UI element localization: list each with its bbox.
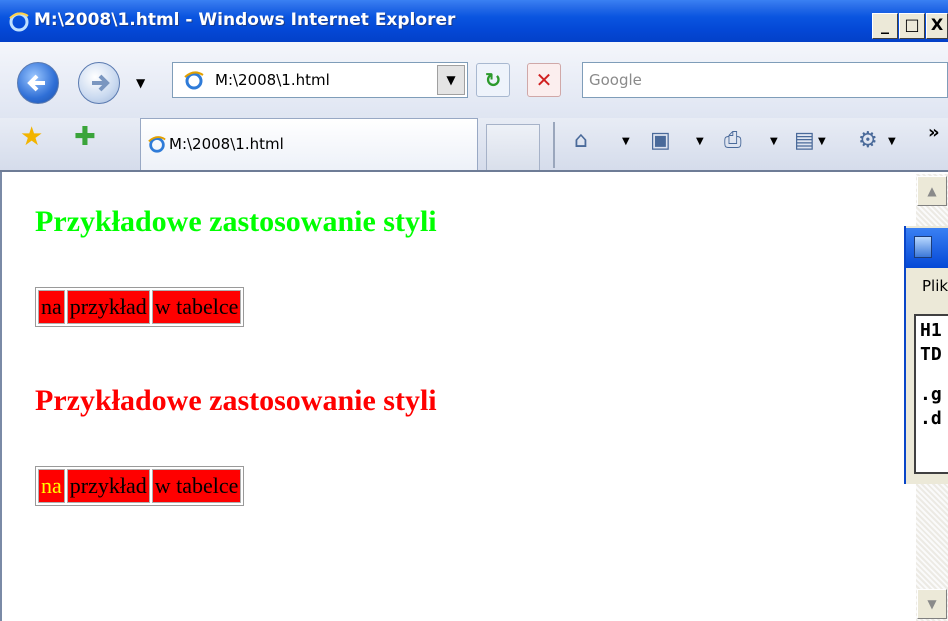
add-favorite-icon[interactable]: ✚ xyxy=(74,122,96,152)
feeds-dropdown-icon[interactable]: ▼ xyxy=(696,136,704,147)
tools-icon[interactable]: ⚙ xyxy=(858,128,878,153)
forward-arrow-icon xyxy=(92,74,110,92)
notepad-line: .g xyxy=(920,384,942,405)
stop-button[interactable]: ✕ xyxy=(527,63,561,97)
back-button[interactable] xyxy=(17,62,59,104)
tab-current[interactable]: M:\2008\1.html xyxy=(140,118,478,170)
address-dropdown-button[interactable]: ▼ xyxy=(437,65,465,95)
address-bar[interactable]: M:\2008\1.html ▼ xyxy=(172,62,468,98)
search-box[interactable]: Google xyxy=(582,62,948,98)
table-cell: przykład xyxy=(66,469,150,503)
heading-green: Przykładowe zastosowanie styli xyxy=(35,205,437,238)
print-icon[interactable]: ⎙ xyxy=(724,128,742,153)
history-dropdown-icon[interactable]: ▼ xyxy=(136,76,145,90)
toolbar-separator xyxy=(553,122,555,168)
stop-icon: ✕ xyxy=(535,68,553,92)
maximize-button[interactable]: □ xyxy=(899,13,925,39)
search-input[interactable]: Google xyxy=(589,71,642,89)
tools-dropdown-icon[interactable]: ▼ xyxy=(888,136,896,147)
ie-page-icon xyxy=(184,71,204,90)
heading-red: Przykładowe zastosowanie styli xyxy=(35,384,437,417)
forward-button[interactable] xyxy=(78,62,120,104)
back-arrow-icon xyxy=(27,74,45,92)
notepad-menu-file[interactable]: Plik xyxy=(922,277,948,295)
table-cell: w tabelce xyxy=(151,290,242,324)
new-tab-button[interactable] xyxy=(486,124,540,170)
toolbar-overflow-icon[interactable]: » xyxy=(928,122,940,143)
close-button[interactable]: X xyxy=(926,13,948,39)
scroll-up-button[interactable]: ▲ xyxy=(917,176,947,206)
page-dropdown-icon[interactable]: ▼ xyxy=(818,136,826,147)
home-dropdown-icon[interactable]: ▼ xyxy=(622,136,630,147)
table-cell: przykład xyxy=(66,290,150,324)
feeds-icon[interactable]: ▣ xyxy=(650,128,671,153)
scroll-down-button[interactable]: ▼ xyxy=(917,589,947,619)
table-first: na przykład w tabelce xyxy=(35,287,245,327)
window-title: M:\2008\1.html - Windows Internet Explor… xyxy=(34,10,456,30)
refresh-icon: ↻ xyxy=(484,68,502,92)
print-dropdown-icon[interactable]: ▼ xyxy=(770,136,778,147)
notepad-line: .d xyxy=(920,408,942,429)
minimize-button[interactable]: _ xyxy=(872,13,898,39)
page-icon[interactable]: ▤ xyxy=(794,128,815,153)
tab-label: M:\2008\1.html xyxy=(169,135,284,153)
notepad-line: TD xyxy=(920,344,942,365)
refresh-button[interactable]: ↻ xyxy=(476,63,510,97)
table-cell: w tabelce xyxy=(151,469,242,503)
favorites-star-icon[interactable]: ★ xyxy=(20,122,43,152)
notepad-line: H1 xyxy=(920,320,942,341)
home-icon[interactable]: ⌂ xyxy=(574,128,588,153)
ie-logo-icon xyxy=(9,12,29,32)
notepad-icon xyxy=(914,236,932,258)
title-bar: M:\2008\1.html - Windows Internet Explor… xyxy=(0,0,948,42)
address-url[interactable]: M:\2008\1.html xyxy=(215,71,330,89)
ie-tab-icon xyxy=(148,136,166,153)
table-cell: na xyxy=(38,290,65,324)
table-second: na przykład w tabelce xyxy=(35,466,245,506)
table-cell-highlight: na xyxy=(38,469,65,503)
